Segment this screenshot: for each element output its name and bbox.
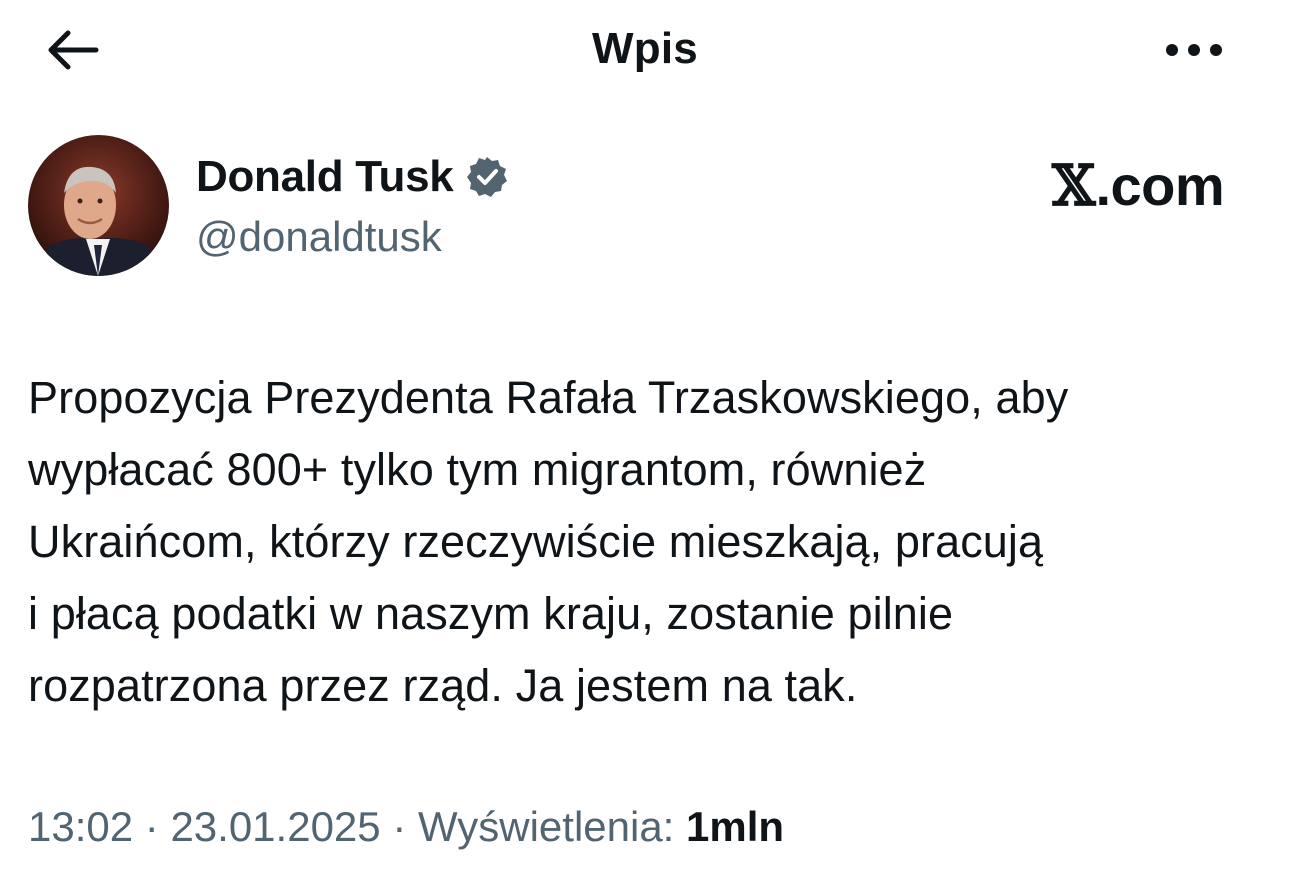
views-count[interactable]: 1mln (686, 803, 784, 850)
post-page: Wpis Donald Tusk @donaldtusk 𝕏 .com Prop… (0, 0, 1290, 881)
post-text: Propozycja Prezydenta Rafała Trzaskowski… (28, 362, 1278, 722)
post-meta: 13:02 · 23.01.2025 · Wyświetlenia: 1mln (28, 800, 784, 854)
post-time[interactable]: 13:02 (28, 803, 133, 850)
views-label: Wyświetlenia: (417, 803, 687, 850)
post-text-line: i płacą podatki w naszym kraju, zostanie… (28, 588, 954, 639)
meta-separator: · (380, 803, 418, 850)
brand-suffix: .com (1095, 154, 1225, 217)
post-date[interactable]: 23.01.2025 (170, 803, 380, 850)
post-text-line: rozpatrzona przez rząd. Ja jestem na tak… (28, 660, 858, 711)
author-display-name[interactable]: Donald Tusk (196, 150, 509, 204)
post-text-line: Ukraińcom, którzy rzeczywiście mieszkają… (28, 516, 1044, 567)
post-text-line: Propozycja Prezydenta Rafała Trzaskowski… (28, 372, 1069, 423)
x-com-watermark: 𝕏 .com (1052, 153, 1225, 219)
page-title: Wpis (592, 24, 698, 73)
author-name: Donald Tusk (196, 152, 454, 201)
avatar[interactable] (28, 135, 169, 276)
verified-badge-icon (465, 155, 509, 199)
x-logo-icon: 𝕏 (1052, 153, 1096, 219)
meta-separator: · (133, 803, 171, 850)
more-options-button[interactable] (1160, 28, 1228, 72)
author-handle[interactable]: @donaldtusk (196, 212, 442, 262)
post-text-line: wypłacać 800+ tylko tym migrantom, równi… (28, 444, 927, 495)
more-horizontal-icon (1166, 44, 1222, 56)
